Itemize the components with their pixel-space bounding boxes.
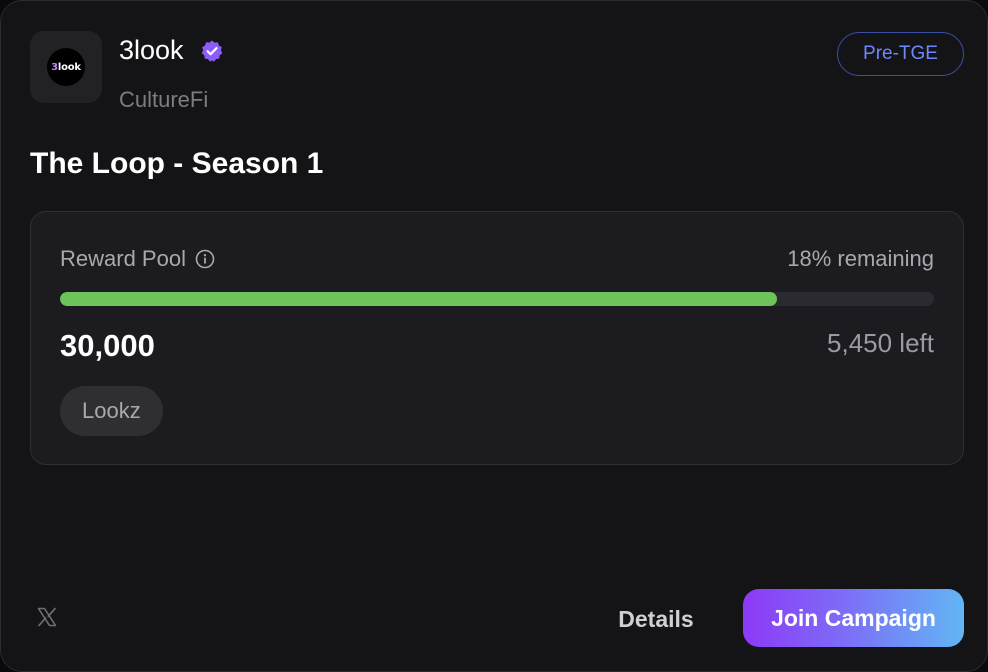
project-category: CultureFi — [119, 87, 209, 112]
x-icon[interactable] — [36, 606, 58, 628]
brand-row: 3look — [119, 35, 224, 66]
reward-progress-bar — [60, 292, 934, 306]
project-logo-circle: 3look — [47, 48, 85, 86]
remaining-percentage: 18% remaining — [787, 246, 934, 271]
info-icon[interactable] — [195, 249, 215, 269]
reward-pool-panel: Reward Pool 18% remaining 30,000 5,450 l… — [30, 211, 964, 465]
project-logo-text: 3look — [51, 62, 81, 73]
reward-pool-label-row: Reward Pool — [60, 246, 215, 272]
campaign-card: 3look 3look CultureFi Pre-TGE The Loop -… — [0, 0, 988, 672]
project-logo: 3look — [30, 31, 102, 103]
logo-text-number: 3 — [51, 61, 58, 73]
join-campaign-button[interactable]: Join Campaign — [743, 589, 964, 647]
reward-progress-fill — [60, 292, 777, 306]
verified-badge-icon — [200, 39, 224, 63]
reward-pool-label: Reward Pool — [60, 246, 186, 271]
reward-token-chip: Lookz — [60, 386, 163, 436]
status-badge: Pre-TGE — [837, 32, 964, 76]
campaign-title: The Loop - Season 1 — [30, 147, 324, 180]
reward-left-amount: 5,450 left — [827, 328, 934, 358]
details-button[interactable]: Details — [601, 591, 711, 647]
logo-text-word: look — [57, 61, 81, 73]
reward-total-amount: 30,000 — [60, 328, 155, 363]
project-name: 3look — [119, 35, 184, 65]
